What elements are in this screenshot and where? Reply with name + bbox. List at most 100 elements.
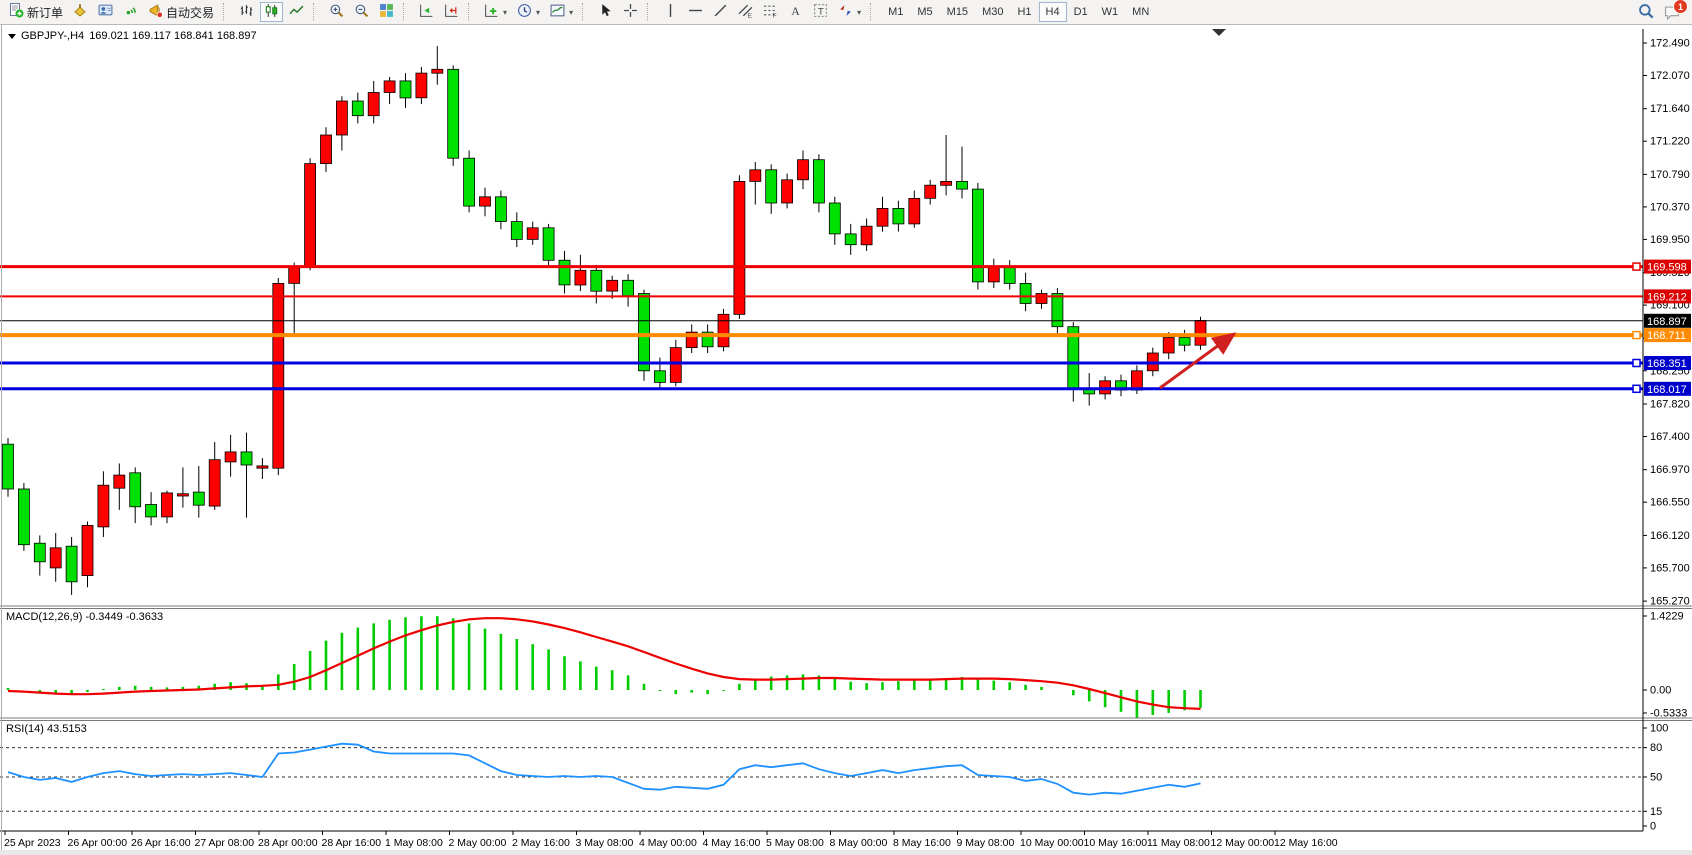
candle-body <box>607 280 618 291</box>
candle-body <box>416 73 427 98</box>
price-tick-label: 165.270 <box>1650 596 1690 608</box>
rsi-tick-label: 15 <box>1650 806 1662 818</box>
candle-body <box>750 170 761 182</box>
time-tick-label: 28 Apr 16:00 <box>322 837 382 849</box>
candle-body <box>66 546 77 582</box>
line-handle[interactable] <box>1633 332 1640 339</box>
notifications-button[interactable]: 1 <box>1660 2 1685 22</box>
timeframe-w1[interactable]: W1 <box>1095 2 1126 22</box>
periods-button[interactable]: ▾ <box>513 2 544 22</box>
candle-body <box>591 270 602 291</box>
candle-body <box>273 283 284 468</box>
line-handle[interactable] <box>1633 385 1640 392</box>
candle-body <box>209 460 220 506</box>
svg-text:T: T <box>818 6 824 17</box>
bar-chart-button[interactable] <box>235 2 258 22</box>
channel-icon: E <box>738 3 753 21</box>
line-handle[interactable] <box>1633 263 1640 270</box>
line-chart-button[interactable] <box>285 2 308 22</box>
fibonacci-button[interactable]: F <box>759 2 782 22</box>
toolbar-separator <box>313 3 321 21</box>
candle-body <box>1131 371 1142 390</box>
rsi-tick-label: 100 <box>1650 723 1668 735</box>
candle-body <box>1163 338 1174 354</box>
rsi-tick-label: 80 <box>1650 742 1662 754</box>
chart-shift-icon <box>444 3 459 21</box>
candle-body <box>241 452 252 465</box>
chart-title: GBPJPY-,H4 169.021 169.117 168.841 168.8… <box>8 30 257 42</box>
clock-icon <box>517 3 532 21</box>
text-label-button[interactable]: T <box>809 2 832 22</box>
vertical-line-button[interactable] <box>659 2 682 22</box>
broom-button[interactable] <box>69 2 92 22</box>
candle-body <box>893 208 904 224</box>
timeframe-m5[interactable]: M5 <box>910 2 939 22</box>
price-badge-label: 168.711 <box>1647 330 1686 342</box>
candle-body <box>718 314 729 347</box>
chart-dropdown-icon[interactable] <box>8 34 16 39</box>
price-tick-label: 172.070 <box>1650 70 1690 82</box>
new-order-icon <box>9 3 24 21</box>
time-tick-label: 11 May 08:00 <box>1147 837 1210 849</box>
candle-body <box>877 208 888 226</box>
auto-scroll-button[interactable] <box>415 2 438 22</box>
timeframe-d1[interactable]: D1 <box>1067 2 1095 22</box>
horizontal-line-button[interactable] <box>684 2 707 22</box>
chevron-down-icon: ▾ <box>569 8 573 17</box>
line-handle[interactable] <box>1633 360 1640 367</box>
candle-body <box>734 181 745 314</box>
new-order-button[interactable]: 新订单 <box>5 2 67 22</box>
search-button[interactable] <box>1634 2 1658 22</box>
timeframe-h4[interactable]: H4 <box>1039 2 1067 22</box>
crosshair-button[interactable] <box>619 2 642 22</box>
zoom-in-button[interactable] <box>325 2 348 22</box>
timeframe-m30[interactable]: M30 <box>975 2 1010 22</box>
candle-body <box>384 81 395 93</box>
trendline-button[interactable] <box>709 2 732 22</box>
candle-body <box>193 492 204 505</box>
text-button[interactable]: A <box>784 2 807 22</box>
equidistant-channel-button[interactable]: E <box>734 2 757 22</box>
template-icon <box>550 3 565 21</box>
timeframe-bar: M1M5M15M30H1H4D1W1MN <box>881 2 1156 22</box>
chart-shift-button[interactable] <box>440 2 463 22</box>
zoom-out-button[interactable] <box>350 2 373 22</box>
candle-body <box>321 135 332 164</box>
timeframe-h1[interactable]: H1 <box>1010 2 1038 22</box>
candle-body <box>829 203 840 234</box>
chevron-down-icon: ▾ <box>503 8 507 17</box>
templates-button[interactable]: ▾ <box>546 2 577 22</box>
time-tick-label: 12 May 16:00 <box>1274 837 1338 849</box>
user-terminal-icon <box>98 3 113 21</box>
timeframe-mn[interactable]: MN <box>1125 2 1156 22</box>
candle-body <box>575 270 586 285</box>
vertical-line-icon <box>663 3 678 21</box>
arrows-button[interactable]: ▾ <box>834 2 865 22</box>
toolbar-separator <box>223 3 231 21</box>
signal-icon <box>123 3 138 21</box>
timeframe-m1[interactable]: M1 <box>881 2 910 22</box>
candle-body <box>464 158 475 206</box>
rsi-indicator-label: RSI(14) 43.5153 <box>6 723 87 735</box>
broom-icon <box>73 3 88 21</box>
candle-body <box>336 101 347 135</box>
price-tick-label: 167.820 <box>1650 399 1690 411</box>
tile-windows-button[interactable] <box>375 2 398 22</box>
cursor-button[interactable] <box>594 2 617 22</box>
svg-text:E: E <box>748 12 752 18</box>
time-tick-label: 10 May 00:00 <box>1020 837 1084 849</box>
signals-button[interactable] <box>119 2 142 22</box>
arrows-icon <box>838 3 853 21</box>
candle-body <box>813 160 824 203</box>
candle-body <box>1004 266 1015 283</box>
indicators-icon <box>484 3 499 21</box>
notification-count-badge: 1 <box>1673 0 1688 14</box>
candle-body <box>114 475 125 488</box>
terminal-button[interactable] <box>94 2 117 22</box>
candle-body <box>925 185 936 198</box>
candlestick-chart-button[interactable] <box>260 2 283 22</box>
auto-trading-button[interactable]: 自动交易 <box>144 2 218 22</box>
indicators-button[interactable]: ▾ <box>480 2 511 22</box>
text-label-icon: T <box>813 3 828 21</box>
timeframe-m15[interactable]: M15 <box>940 2 975 22</box>
